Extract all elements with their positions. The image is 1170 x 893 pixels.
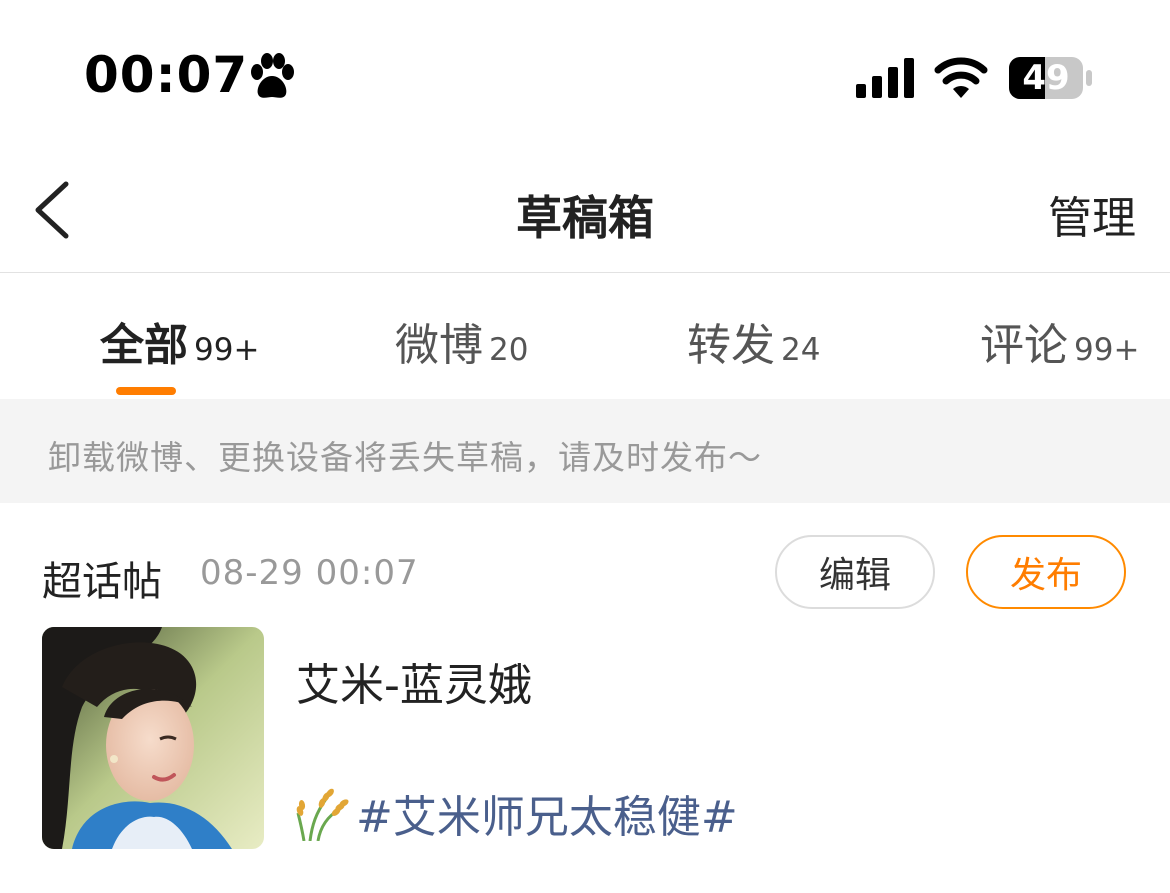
draft-title: 艾米-蓝灵娥 [296, 660, 532, 711]
tab-bar: 全部 99+ 微博 20 转发 24 评论 99+ [0, 273, 1170, 399]
tab-label: 评论 [980, 320, 1068, 371]
topic-text: #艾米师兄太稳健# [356, 792, 738, 843]
edit-button[interactable]: 编辑 [775, 535, 935, 609]
tab-label: 全部 [100, 320, 188, 371]
topic-link[interactable]: #艾米师兄太稳健# [296, 781, 738, 845]
battery-level: 49 [1022, 58, 1070, 98]
draft-type: 超话帖 [42, 559, 162, 605]
rice-icon [296, 788, 349, 841]
draft-thumbnail[interactable] [42, 627, 264, 849]
tab-weibo[interactable]: 微博 20 [395, 309, 529, 371]
tab-repost[interactable]: 转发 24 [687, 309, 821, 371]
notice-text: 卸载微博、更换设备将丢失草稿，请及时发布～ [48, 438, 762, 477]
tab-comment[interactable]: 评论 99+ [980, 309, 1140, 371]
manage-button[interactable]: 管理 [1048, 182, 1136, 246]
draft-item[interactable]: 超话帖 08-29 00:07 编辑 发布 艾米-蓝灵娥 #艾米师兄太稳健# [0, 503, 1170, 893]
status-bar: 00:07 49 [0, 0, 1170, 150]
tab-label: 转发 [687, 320, 775, 371]
publish-button[interactable]: 发布 [966, 535, 1126, 609]
active-tab-indicator [116, 387, 176, 395]
tab-count: 24 [781, 332, 821, 368]
paw-icon [251, 53, 294, 98]
tab-count: 99+ [1074, 332, 1140, 368]
draft-timestamp: 08-29 00:07 [200, 553, 419, 593]
wifi-icon [934, 57, 988, 98]
status-time: 00:07 [84, 46, 249, 104]
navigation-bar: 草稿箱 管理 [0, 150, 1170, 273]
cellular-signal-icon [856, 58, 914, 98]
tab-label: 微博 [395, 320, 483, 371]
tab-count: 20 [489, 332, 529, 368]
notice-banner: 卸载微博、更换设备将丢失草稿，请及时发布～ [0, 399, 1170, 503]
page-title: 草稿箱 [516, 191, 654, 245]
battery-icon: 49 [1008, 56, 1094, 100]
tab-all[interactable]: 全部 99+ [100, 309, 260, 371]
tab-count: 99+ [194, 332, 260, 368]
